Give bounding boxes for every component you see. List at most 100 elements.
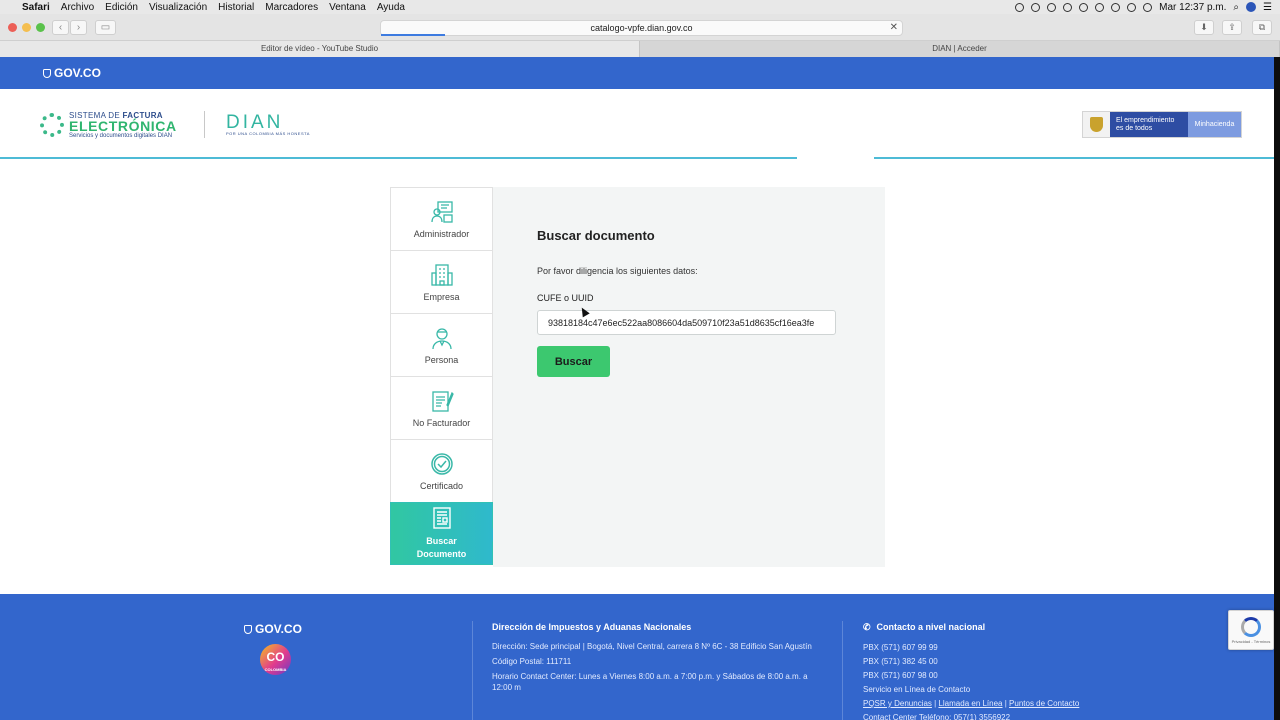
gov-co-logo[interactable]: GOV.CO	[43, 66, 101, 80]
sync-icon[interactable]	[1031, 2, 1041, 12]
time-machine-icon[interactable]	[1095, 2, 1105, 12]
logo-divider	[204, 111, 205, 138]
site-footer: GOV.CO CO COLOMBIA Dirección de Impuesto…	[0, 594, 1274, 720]
llamada-link[interactable]: Llamada en Línea	[938, 699, 1002, 708]
recaptcha-text: Privacidad - Términos	[1231, 638, 1271, 644]
window-controls	[8, 23, 45, 32]
page-scrollbar[interactable]	[1274, 57, 1280, 720]
menu-ayuda[interactable]: Ayuda	[377, 2, 405, 13]
minhacienda-banner[interactable]: El emprendimiento es de todos Minhaciend…	[1082, 111, 1242, 138]
gov-co-text: GOV.CO	[54, 66, 101, 80]
menu-app-safari[interactable]: Safari	[22, 2, 50, 13]
airplay-icon[interactable]	[1127, 2, 1137, 12]
shield-icon	[43, 68, 51, 78]
dian-logo[interactable]: DIAN POR UNA COLOMBIA MÁS HONESTA	[226, 112, 310, 136]
footer-divider	[472, 621, 473, 720]
footer-hours: Horario Contact Center: Lunes a Viernes …	[492, 672, 808, 692]
sidebar-item-empresa[interactable]: Empresa	[390, 250, 493, 313]
puntos-contacto-link[interactable]: Puntos de Contacto	[1009, 699, 1079, 708]
colombia-co-logo[interactable]: CO COLOMBIA	[260, 644, 291, 675]
spotlight-search-icon[interactable]: ⌕	[1233, 2, 1239, 13]
page-title: Buscar documento	[537, 228, 655, 243]
footer-divider	[842, 621, 843, 720]
form-intro-text: Por favor diligencia los siguientes dato…	[537, 266, 698, 276]
tab-youtube-studio[interactable]: Editor de vídeo - YouTube Studio	[0, 41, 640, 57]
record-icon[interactable]	[1015, 2, 1025, 12]
menu-visualizacion[interactable]: Visualización	[149, 2, 207, 13]
site-header: SISTEMA DE FACTURA ELECTRÓNICA Servicios…	[0, 89, 1274, 159]
footer-gov-co-logo[interactable]: GOV.CO	[244, 622, 302, 636]
coat-of-arms-icon	[1083, 112, 1110, 137]
share-icon[interactable]: ⇪	[1222, 20, 1242, 35]
sidebar-item-administrador[interactable]: Administrador	[390, 187, 493, 250]
menu-ventana[interactable]: Ventana	[329, 2, 366, 13]
menu-historial[interactable]: Historial	[218, 2, 254, 13]
sidebar-item-label: Certificado	[419, 480, 464, 491]
check-circle-icon	[430, 452, 454, 476]
menu-archivo[interactable]: Archivo	[61, 2, 94, 13]
dian-slogan: POR UNA COLOMBIA MÁS HONESTA	[226, 131, 310, 136]
wifi-icon[interactable]	[1111, 2, 1121, 12]
menu-marcadores[interactable]: Marcadores	[265, 2, 318, 13]
footer-phone: PBX (571) 607 99 99	[863, 643, 938, 652]
footer-contact-title: ✆ Contacto a nivel nacional	[863, 622, 986, 632]
sfe-line2: ELECTRÓNICA	[69, 118, 177, 134]
sidebar-item-label: No Facturador	[412, 417, 471, 428]
sidebar-item-label: Persona	[424, 354, 459, 365]
emprendimiento-text: El emprendimiento es de todos	[1110, 112, 1188, 137]
volume-icon[interactable]	[1143, 2, 1153, 12]
stop-loading-icon[interactable]: ✕	[890, 21, 898, 35]
admin-icon	[430, 200, 454, 224]
profile-sidebar: Administrador Empresa Persona No Factura…	[390, 187, 499, 565]
sidebar-item-label: Administrador	[413, 228, 470, 239]
document-pen-icon	[430, 389, 454, 413]
footer-online-service: Servicio en Línea de Contacto	[863, 685, 971, 694]
footer-postal-code: Código Postal: 111711	[492, 657, 572, 666]
notification-center-icon[interactable]: ☰	[1263, 2, 1272, 13]
gov-top-bar: GOV.CO	[0, 57, 1274, 89]
footer-entity-info: Dirección de Impuestos y Aduanas Naciona…	[492, 622, 822, 697]
url-text: catalogo-vpfe.dian.gov.co	[590, 23, 693, 33]
sfe-line3: Servicios y documentos digitales DIAN	[69, 133, 173, 139]
sidebar-item-buscar-documento[interactable]: Buscar Documento	[390, 502, 499, 565]
close-window-button[interactable]	[8, 23, 17, 32]
sidebar-item-persona[interactable]: Persona	[390, 313, 493, 376]
sidebar-toggle-icon[interactable]: ▭	[95, 20, 116, 35]
footer-contact-center: Contact Center Teléfono: 057(1) 3556922	[863, 713, 1011, 720]
footer-entity-title: Dirección de Impuestos y Aduanas Naciona…	[492, 622, 692, 632]
footer-phone: PBX (571) 607 98 00	[863, 671, 938, 680]
footer-links: PQSR y Denuncias | Llamada en Línea | Pu…	[863, 699, 1080, 708]
minimize-window-button[interactable]	[22, 23, 31, 32]
header-line-gap	[797, 157, 874, 159]
person-icon	[430, 326, 454, 350]
sfe-logo[interactable]: SISTEMA DE FACTURA ELECTRÓNICA Servicios…	[40, 111, 177, 139]
building-icon	[430, 263, 454, 287]
extension-icon[interactable]	[1063, 2, 1073, 12]
bluetooth-icon[interactable]	[1079, 2, 1089, 12]
menu-edicion[interactable]: Edición	[105, 2, 138, 13]
address-bar[interactable]: catalogo-vpfe.dian.gov.co ✕	[380, 20, 903, 36]
dropbox-icon[interactable]	[1047, 2, 1057, 12]
search-document-panel: Buscar documento Por favor diligencia lo…	[493, 187, 885, 567]
sidebar-item-certificado[interactable]: Certificado	[390, 439, 493, 502]
show-tabs-icon[interactable]: ⧉	[1252, 20, 1272, 35]
dian-logo-text: DIAN	[226, 112, 284, 133]
tab-dian-acceder[interactable]: DIAN | Acceder	[640, 41, 1280, 57]
sfe-emblem-icon	[40, 113, 64, 137]
tab-bar: Editor de vídeo - YouTube Studio DIAN | …	[0, 41, 1280, 57]
zoom-window-button[interactable]	[36, 23, 45, 32]
downloads-icon[interactable]: ⬇	[1194, 20, 1214, 35]
footer-address: Dirección: Sede principal | Bogotá, Nive…	[492, 642, 812, 651]
recaptcha-badge[interactable]: Privacidad - Términos	[1228, 610, 1274, 650]
cufe-field-label: CUFE o UUID	[537, 293, 594, 303]
buscar-button[interactable]: Buscar	[537, 346, 610, 377]
forward-button[interactable]: ›	[70, 20, 87, 35]
shield-icon	[244, 624, 252, 634]
phone-icon: ✆	[863, 622, 871, 632]
pqsr-link[interactable]: PQSR y Denuncias	[863, 699, 932, 708]
sidebar-item-no-facturador[interactable]: No Facturador	[390, 376, 493, 439]
user-avatar-icon[interactable]	[1246, 2, 1257, 12]
minhacienda-label: Minhacienda	[1188, 112, 1241, 137]
back-button[interactable]: ‹	[52, 20, 69, 35]
menubar-clock[interactable]: Mar 12:37 p.m.	[1159, 2, 1226, 13]
